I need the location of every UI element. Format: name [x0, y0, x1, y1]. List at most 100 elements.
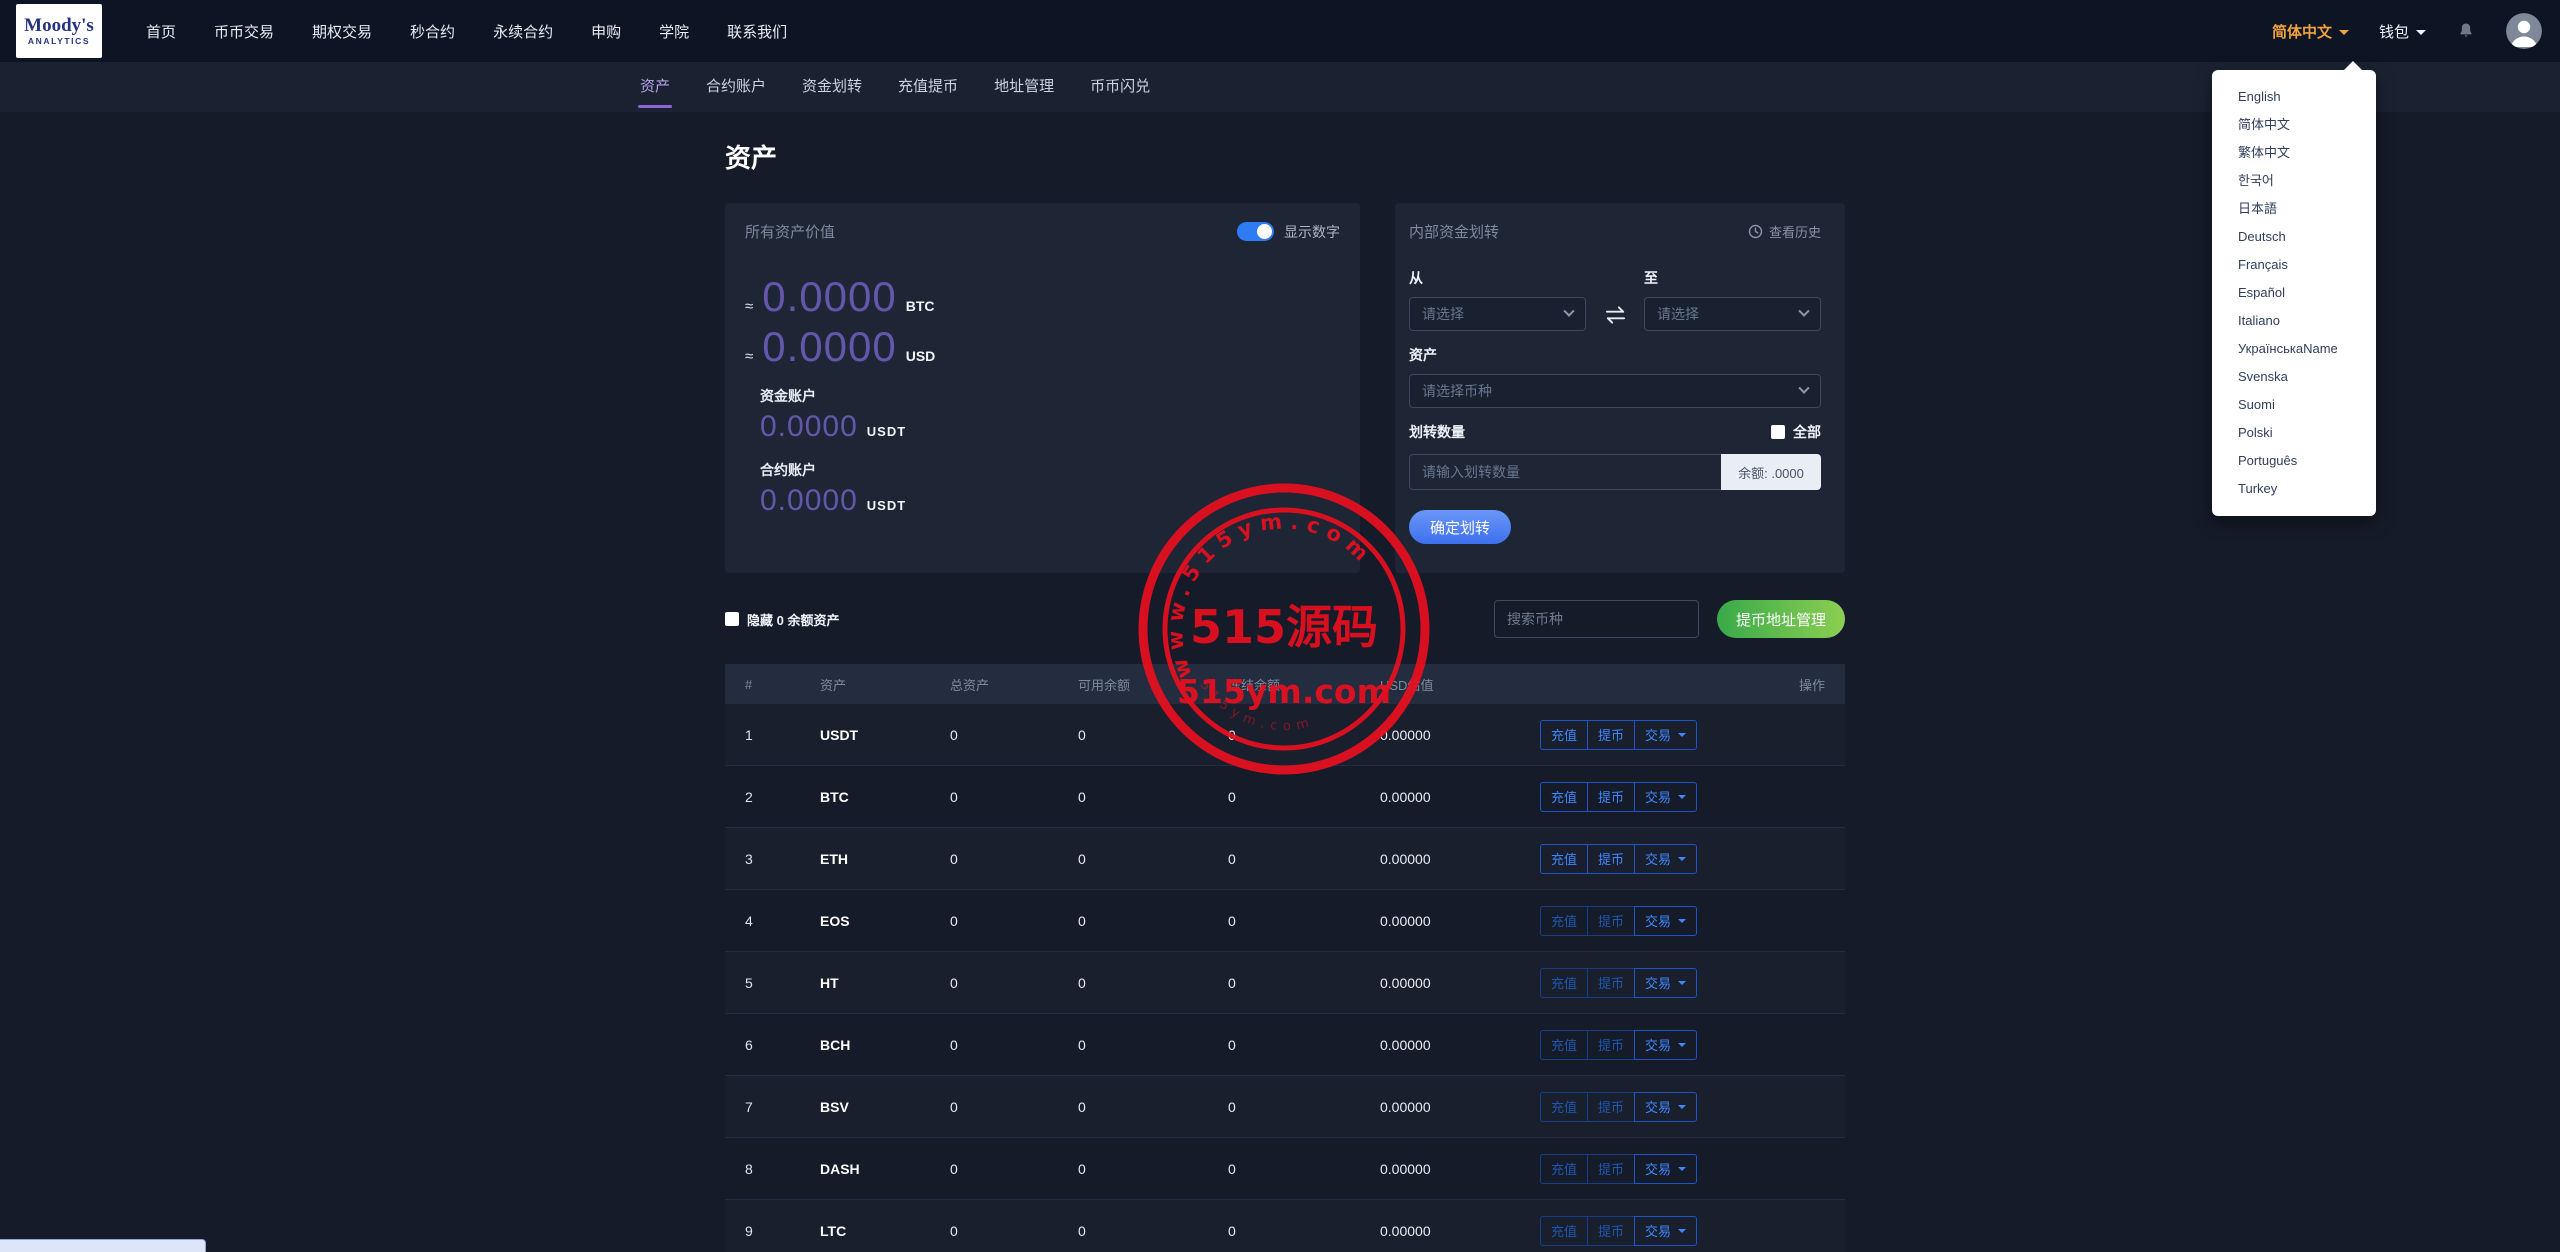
row-usd-value: 0.00000 [1380, 1160, 1431, 1177]
lang-option-turkish[interactable]: Turkey [2212, 475, 2376, 503]
tab-fund-transfer[interactable]: 资金划转 [802, 62, 862, 112]
transfer-all-checkbox[interactable]: 全部 [1771, 422, 1821, 442]
deposit-button[interactable]: 充值 [1540, 719, 1589, 750]
nav-item-perpetual[interactable]: 永续合约 [493, 21, 553, 42]
search-coin-input[interactable] [1493, 600, 1699, 638]
show-numbers-toggle[interactable] [1237, 222, 1274, 241]
deposit-button[interactable]: 充值 [1540, 781, 1589, 812]
lang-option-german[interactable]: Deutsch [2212, 223, 2376, 251]
lang-option-english[interactable]: English [2212, 83, 2376, 111]
view-history-link[interactable]: 查看历史 [1748, 222, 1821, 241]
swap-direction-icon[interactable] [1586, 305, 1644, 331]
withdraw-button[interactable]: 提币 [1587, 843, 1636, 874]
row-frozen: 0 [1228, 850, 1236, 867]
language-label: 简体中文 [2271, 23, 2332, 41]
tab-assets[interactable]: 资产 [640, 62, 670, 112]
nav-item-spot-trade[interactable]: 币币交易 [214, 21, 274, 42]
hide-zero-balance-checkbox[interactable]: 隐藏 0 余额资产 [725, 610, 839, 629]
row-asset: HT [820, 974, 839, 991]
row-usd-value: 0.00000 [1380, 1098, 1431, 1115]
nav-item-subscribe[interactable]: 申购 [591, 21, 621, 42]
lang-option-spanish[interactable]: Español [2212, 279, 2376, 307]
withdraw-button-disabled[interactable]: 提币 [1587, 1215, 1636, 1246]
withdraw-button[interactable]: 提币 [1587, 719, 1636, 750]
caret-down-icon [2338, 30, 2349, 36]
nav-item-home[interactable]: 首页 [146, 21, 176, 42]
user-avatar[interactable] [2506, 13, 2542, 49]
lang-option-italian[interactable]: Italiano [2212, 307, 2376, 335]
to-account-select[interactable]: 请选择 [1644, 297, 1821, 331]
header-actions: 操作 [1798, 677, 1825, 693]
trade-dropdown-button[interactable]: 交易 [1634, 1153, 1698, 1184]
trade-dropdown-button[interactable]: 交易 [1634, 967, 1698, 998]
deposit-button-disabled[interactable]: 充值 [1540, 967, 1589, 998]
trade-dropdown-button[interactable]: 交易 [1634, 1091, 1698, 1122]
tab-address-management[interactable]: 地址管理 [994, 62, 1054, 112]
withdraw-button[interactable]: 提币 [1587, 781, 1636, 812]
from-account-select[interactable]: 请选择 [1409, 297, 1586, 331]
withdraw-button-disabled[interactable]: 提币 [1587, 1091, 1636, 1122]
deposit-button-disabled[interactable]: 充值 [1540, 1029, 1589, 1060]
language-dropdown-trigger[interactable]: 简体中文 [2272, 21, 2349, 42]
trade-dropdown-button[interactable]: 交易 [1634, 843, 1698, 874]
tab-contract-account[interactable]: 合约账户 [706, 62, 766, 112]
deposit-button-disabled[interactable]: 充值 [1540, 1153, 1589, 1184]
lang-option-korean[interactable]: 한국어 [2212, 167, 2376, 195]
confirm-transfer-button[interactable]: 确定划转 [1409, 510, 1512, 544]
transfer-amount-input[interactable] [1409, 454, 1721, 490]
lang-option-ukrainian[interactable]: УкраїнськаName [2212, 335, 2376, 363]
row-usd-value: 0.00000 [1380, 850, 1431, 867]
lang-option-finnish[interactable]: Suomi [2212, 391, 2376, 419]
brand-logo[interactable]: Moody's ANALYTICS [16, 4, 102, 58]
row-asset: BTC [820, 788, 849, 805]
brand-name: Moody's [24, 15, 94, 36]
trade-dropdown-button[interactable]: 交易 [1634, 719, 1698, 750]
view-history-label: 查看历史 [1768, 225, 1821, 240]
withdraw-address-manage-button[interactable]: 提币地址管理 [1716, 600, 1845, 638]
nav-item-options[interactable]: 期权交易 [312, 21, 372, 42]
row-total: 0 [950, 726, 958, 743]
lang-option-french[interactable]: Français [2212, 251, 2376, 279]
row-total: 0 [950, 1098, 958, 1115]
tab-deposit-withdraw[interactable]: 充值提币 [898, 62, 958, 112]
asset-select[interactable]: 请选择币种 [1409, 374, 1821, 408]
deposit-button-disabled[interactable]: 充值 [1540, 1215, 1589, 1246]
nav-item-contact[interactable]: 联系我们 [727, 21, 787, 42]
notification-bell-icon[interactable] [2456, 21, 2476, 41]
assets-table: # 资产 总资产 可用余额 冻结余额 USD估值 操作 1 USDT 0 0 0… [725, 664, 1845, 1252]
asset-sub-nav: 资产 合约账户 资金划转 充值提币 地址管理 币币闪兑 [0, 62, 2560, 112]
wallet-dropdown-trigger[interactable]: 钱包 [2379, 21, 2426, 42]
lang-option-japanese[interactable]: 日本語 [2212, 195, 2376, 223]
withdraw-button-disabled[interactable]: 提币 [1587, 967, 1636, 998]
lang-option-simplified-chinese[interactable]: 简体中文 [2212, 111, 2376, 139]
table-row: 9 LTC 0 0 0 0.00000 充值 提币 交易 [725, 1200, 1845, 1252]
header-frozen: 冻结余额 [1228, 677, 1281, 693]
trade-label: 交易 [1645, 1224, 1672, 1239]
trade-dropdown-button[interactable]: 交易 [1634, 1029, 1698, 1060]
row-usd-value: 0.00000 [1380, 912, 1431, 929]
withdraw-button-disabled[interactable]: 提币 [1587, 1029, 1636, 1060]
nav-item-academy[interactable]: 学院 [659, 21, 689, 42]
lang-option-swedish[interactable]: Svenska [2212, 363, 2376, 391]
top-nav-right: 简体中文 钱包 [2272, 13, 2542, 49]
lang-option-polish[interactable]: Polski [2212, 419, 2376, 447]
transfer-all-label: 全部 [1793, 424, 1821, 440]
lang-option-portuguese[interactable]: Português [2212, 447, 2376, 475]
fund-account-block: 资金账户 0.0000 USDT [760, 386, 1340, 444]
tab-coin-swap[interactable]: 币币闪兑 [1090, 62, 1150, 112]
nav-item-second-contract[interactable]: 秒合约 [410, 21, 455, 42]
trade-dropdown-button[interactable]: 交易 [1634, 781, 1698, 812]
deposit-button-disabled[interactable]: 充值 [1540, 1091, 1589, 1122]
withdraw-button-disabled[interactable]: 提币 [1587, 1153, 1636, 1184]
row-index: 3 [745, 850, 753, 867]
trade-label: 交易 [1645, 852, 1672, 867]
chevron-down-icon [1798, 382, 1810, 394]
table-row: 6 BCH 0 0 0 0.00000 充值 提币 交易 [725, 1014, 1845, 1076]
deposit-button-disabled[interactable]: 充值 [1540, 905, 1589, 936]
trade-dropdown-button[interactable]: 交易 [1634, 905, 1698, 936]
deposit-button[interactable]: 充值 [1540, 843, 1589, 874]
lang-option-traditional-chinese[interactable]: 繁体中文 [2212, 139, 2376, 167]
trade-dropdown-button[interactable]: 交易 [1634, 1215, 1698, 1246]
withdraw-button-disabled[interactable]: 提币 [1587, 905, 1636, 936]
row-total: 0 [950, 788, 958, 805]
